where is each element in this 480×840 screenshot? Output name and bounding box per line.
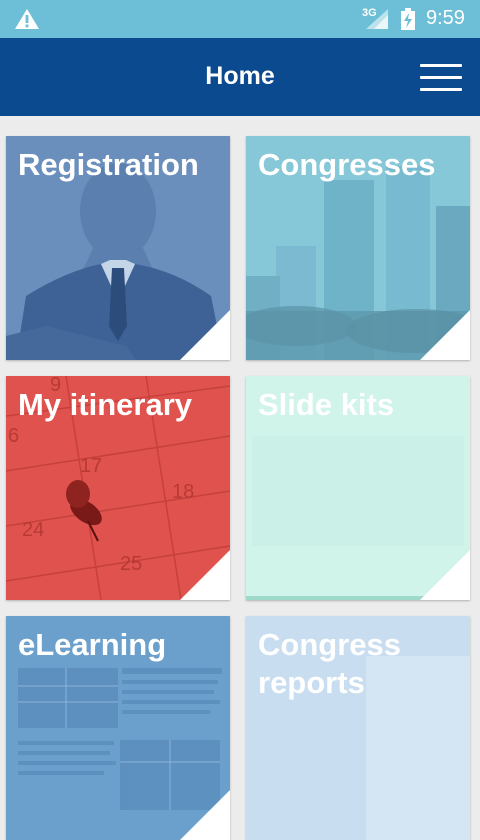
calendar-number: 24 [22,519,44,541]
page-curl-icon [420,310,470,360]
calendar-number: 25 [120,553,142,575]
battery-icon [401,8,415,30]
calendar-number: 18 [172,481,194,503]
signal-icon [366,9,388,29]
tile-slide-kits[interactable]: Slide kits [246,376,470,600]
tile-label: Slide kits [258,387,395,422]
tile-congress-reports[interactable]: Congress reports [246,616,470,840]
tile-congresses[interactable]: Congresses [246,136,470,360]
page-curl-icon [180,790,230,840]
page-curl-icon [180,550,230,600]
tile-label: My itinerary [18,387,193,422]
calendar-number: 17 [80,455,102,477]
tile-label: Registration [18,147,199,182]
warning-icon [15,9,39,29]
tile-label: Congresses [258,147,436,182]
tile-label: Congress reports [258,627,401,700]
tile-my-itinerary[interactable]: 9 17 18 24 25 6 My itinerary [6,376,230,600]
tile-elearning[interactable]: eLearning [6,616,230,840]
page-curl-icon [180,310,230,360]
page-curl-icon [420,550,470,600]
status-bar: 3G 9:59 [0,0,480,38]
app-bar: Home [0,38,480,116]
hamburger-menu-icon[interactable] [420,62,462,94]
clock: 9:59 [426,7,465,29]
tile-registration[interactable]: Registration [6,136,230,360]
page-title: Home [205,62,275,90]
tile-label: eLearning [18,627,167,662]
calendar-number: 6 [8,425,19,447]
